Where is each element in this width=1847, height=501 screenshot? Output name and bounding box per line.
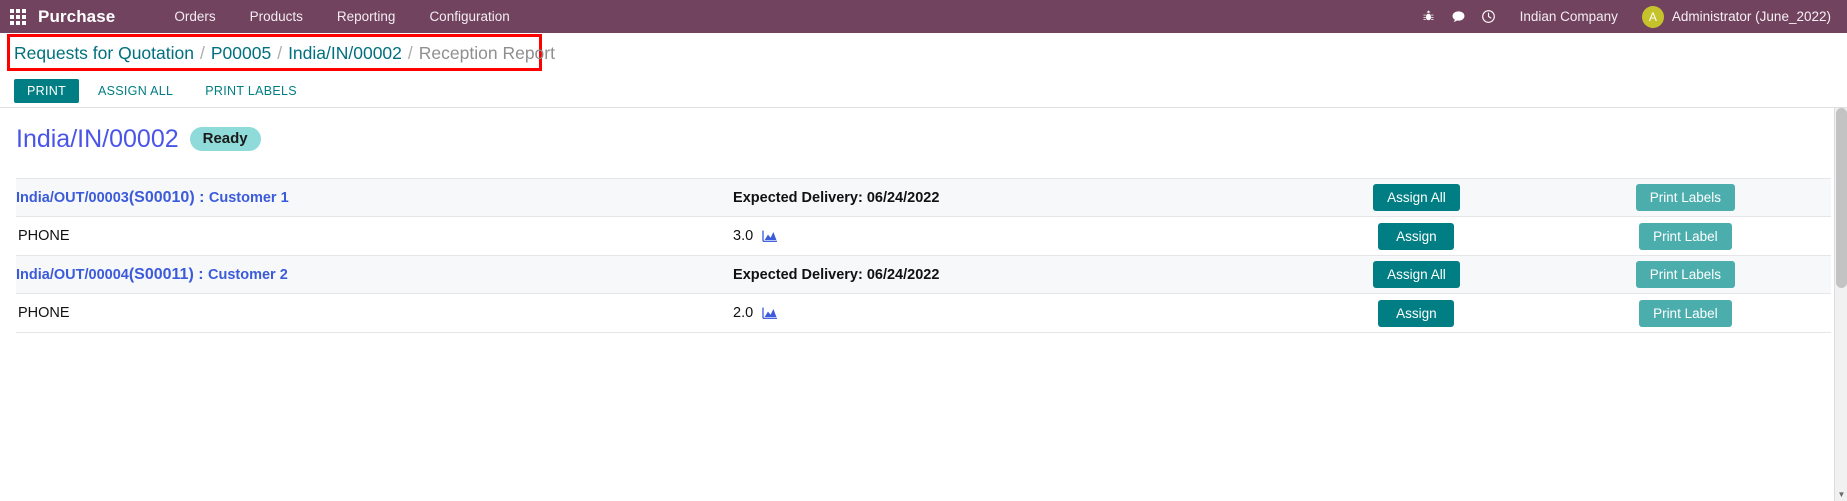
page-title: India/IN/00002 (16, 125, 179, 153)
menu-item-configuration[interactable]: Configuration (412, 2, 526, 31)
breadcrumb-separator: / (277, 43, 283, 63)
source-document-cell: India/OUT/00004(S00011) : Customer 2 (16, 255, 734, 295)
breadcrumb: Requests for Quotation / P00005 / India/… (14, 43, 555, 64)
breadcrumb-item-reception-report: Reception Report (418, 43, 555, 63)
line-print-label-button[interactable]: Print Label (1639, 222, 1732, 250)
bug-icon[interactable] (1414, 0, 1444, 33)
chat-bubble-icon[interactable] (1444, 0, 1474, 33)
sale-order-link[interactable]: (S00011) (129, 266, 194, 283)
line-assign-button[interactable]: Assign (1378, 299, 1455, 327)
status-badge: Ready (189, 127, 261, 152)
table-row-group-header: India/OUT/00004(S00011) : Customer 2 Exp… (16, 255, 1831, 295)
assign-all-cell: Assign All (1293, 255, 1540, 295)
product-name-label: PHONE (18, 228, 70, 245)
source-document-link[interactable]: India/OUT/00004 (16, 267, 129, 283)
print-labels-cell: Print Labels (1539, 178, 1831, 218)
report-sheet: India/IN/00002 Ready India/OUT/00003(S00… (0, 108, 1847, 334)
user-menu[interactable]: A Administrator (June_2022) (1634, 5, 1835, 28)
quantity-value: 3.0 (733, 228, 754, 245)
user-name-label: Administrator (June_2022) (1671, 9, 1831, 24)
assign-all-button[interactable]: ASSIGN ALL (85, 79, 186, 103)
clock-icon[interactable] (1474, 0, 1504, 33)
menu-item-reporting[interactable]: Reporting (320, 2, 413, 31)
main-menu: Orders Products Reporting Configuration (157, 2, 526, 31)
assign-all-cell: Assign All (1293, 178, 1540, 218)
reception-report-table: India/OUT/00003(S00010) : Customer 1 Exp… (16, 178, 1831, 334)
forecast-chart-icon[interactable] (762, 229, 778, 243)
print-labels-button[interactable]: PRINT LABELS (192, 79, 310, 103)
menu-item-orders[interactable]: Orders (157, 2, 232, 31)
quantity-cell: 2.0 (733, 293, 1294, 334)
breadcrumb-item-p00005[interactable]: P00005 (211, 43, 271, 64)
source-document-link[interactable]: India/OUT/00003 (16, 190, 129, 206)
product-cell: PHONE (16, 216, 734, 257)
scrollbar-thumb[interactable] (1836, 108, 1847, 288)
row-print-labels-button[interactable]: Print Labels (1635, 184, 1735, 212)
product-name-label: PHONE (18, 305, 70, 322)
quantity-cell: 3.0 (733, 216, 1294, 257)
sale-order-link[interactable]: (S00010) (129, 189, 195, 206)
menu-item-products[interactable]: Products (233, 2, 320, 31)
source-separator: : (193, 265, 208, 283)
quantity-value: 2.0 (733, 305, 754, 322)
avatar: A (1641, 5, 1664, 28)
table-row: PHONE 3.0 Assign Print Label (16, 216, 1831, 257)
line-assign-button[interactable]: Assign (1378, 222, 1455, 250)
breadcrumb-item-india-in-00002[interactable]: India/IN/00002 (288, 43, 402, 64)
action-button-bar: PRINT ASSIGN ALL PRINT LABELS (0, 74, 1847, 107)
top-navbar: Purchase Orders Products Reporting Confi… (0, 0, 1847, 33)
document-header: India/IN/00002 Ready (16, 126, 1831, 152)
navbar-right-section: Indian Company A Administrator (June_202… (1414, 0, 1835, 33)
print-label-cell: Print Label (1539, 216, 1831, 257)
scroll-down-arrow-icon[interactable]: ▼ (1835, 488, 1847, 501)
expected-delivery-cell: Expected Delivery: 06/24/2022 (733, 255, 1294, 295)
row-assign-all-button[interactable]: Assign All (1373, 261, 1460, 289)
table-row: PHONE 2.0 Assign Print Label (16, 293, 1831, 334)
expected-delivery-cell: Expected Delivery: 06/24/2022 (733, 178, 1294, 218)
row-print-labels-button[interactable]: Print Labels (1635, 261, 1735, 289)
customer-link[interactable]: Customer 2 (208, 267, 288, 283)
breadcrumb-separator: / (199, 43, 205, 63)
breadcrumb-item-requests-for-quotation[interactable]: Requests for Quotation (14, 43, 194, 64)
print-labels-cell: Print Labels (1539, 255, 1831, 295)
expected-delivery-label: Expected Delivery: 06/24/2022 (733, 189, 940, 206)
forecast-chart-icon[interactable] (762, 306, 778, 320)
expected-delivery-label: Expected Delivery: 06/24/2022 (733, 266, 940, 283)
product-cell: PHONE (16, 293, 734, 334)
app-brand-title[interactable]: Purchase (38, 7, 115, 27)
row-assign-all-button[interactable]: Assign All (1373, 184, 1460, 212)
assign-cell: Assign (1293, 293, 1540, 334)
company-selector[interactable]: Indian Company (1504, 9, 1634, 24)
print-button[interactable]: PRINT (14, 78, 79, 103)
customer-link[interactable]: Customer 1 (209, 190, 289, 206)
source-separator: : (194, 188, 209, 206)
apps-grid-icon[interactable] (8, 7, 28, 27)
line-print-label-button[interactable]: Print Label (1639, 299, 1732, 327)
vertical-scrollbar[interactable]: ▼ (1834, 108, 1847, 501)
print-label-cell: Print Label (1539, 293, 1831, 334)
content-area: India/IN/00002 Ready India/OUT/00003(S00… (0, 107, 1847, 501)
source-document-cell: India/OUT/00003(S00010) : Customer 1 (16, 178, 734, 218)
assign-cell: Assign (1293, 216, 1540, 257)
breadcrumb-bar: Requests for Quotation / P00005 / India/… (0, 33, 1847, 74)
breadcrumb-separator: / (407, 43, 413, 63)
table-row-group-header: India/OUT/00003(S00010) : Customer 1 Exp… (16, 178, 1831, 218)
